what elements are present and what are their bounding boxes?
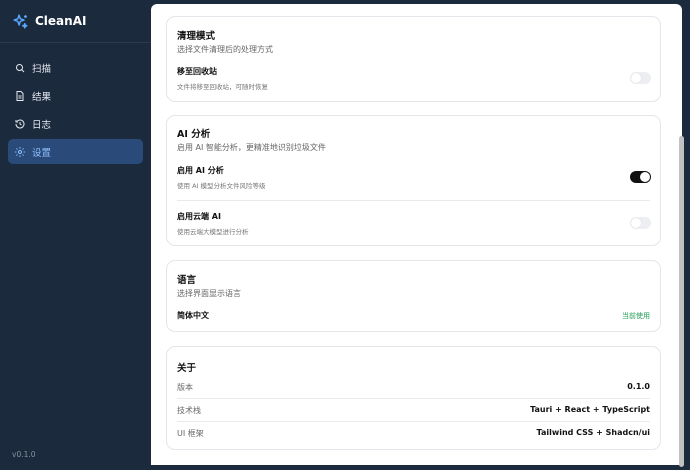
app-version: v0.1.0 bbox=[12, 450, 36, 459]
about-row-label: 技术栈 bbox=[177, 406, 201, 415]
sidebar-item-label: 日志 bbox=[32, 119, 52, 131]
about-row-value: Tauri + React + TypeScript bbox=[530, 405, 650, 414]
ai-analysis-card: AI 分析 启用 AI 智能分析，更精准地识别垃圾文件 启用 AI 分析 使用 … bbox=[166, 115, 661, 246]
card-description: 选择界面显示语言 bbox=[177, 289, 241, 298]
card-description: 启用 AI 智能分析，更精准地识别垃圾文件 bbox=[177, 143, 326, 152]
gear-icon bbox=[14, 146, 26, 158]
enable-ai-description: 使用 AI 模型分析文件风险等级 bbox=[177, 182, 266, 190]
sidebar-item-settings[interactable]: 设置 bbox=[8, 139, 143, 164]
about-row-value: 0.1.0 bbox=[627, 382, 650, 391]
card-title: 清理模式 bbox=[177, 31, 216, 42]
settings-content: 清理模式 选择文件清理后的处理方式 移至回收站 文件将移至回收站，可随时恢复 A… bbox=[151, 4, 682, 465]
sidebar-item-label: 扫描 bbox=[32, 63, 52, 75]
card-title: 关于 bbox=[177, 363, 197, 374]
scrollbar-thumb[interactable] bbox=[679, 136, 684, 467]
cloud-ai-label: 启用云端 AI bbox=[177, 212, 221, 221]
scrollbar[interactable] bbox=[676, 4, 686, 467]
card-title: AI 分析 bbox=[177, 129, 211, 140]
card-title: 语言 bbox=[177, 275, 197, 286]
about-card: 关于 版本 0.1.0 技术栈 Tauri + React + TypeScri… bbox=[166, 346, 661, 450]
search-icon bbox=[14, 62, 26, 74]
sidebar-item-scan[interactable]: 扫描 bbox=[8, 55, 143, 80]
enable-ai-label: 启用 AI 分析 bbox=[177, 166, 224, 175]
sparkles-icon bbox=[13, 13, 28, 29]
divider bbox=[177, 421, 650, 422]
card-description: 选择文件清理后的处理方式 bbox=[177, 45, 273, 54]
sidebar: CleanAI 扫描 结果 日志 设置 v0.1.0 bbox=[0, 0, 151, 470]
about-row-label: UI 框架 bbox=[177, 429, 204, 438]
history-icon bbox=[14, 118, 26, 130]
brand: CleanAI bbox=[0, 0, 151, 43]
language-status-badge: 当前使用 bbox=[622, 312, 650, 320]
sidebar-item-results[interactable]: 结果 bbox=[8, 83, 143, 108]
cloud-ai-description: 使用云端大模型进行分析 bbox=[177, 228, 249, 236]
cloud-ai-toggle[interactable] bbox=[630, 217, 651, 229]
cleanup-mode-card: 清理模式 选择文件清理后的处理方式 移至回收站 文件将移至回收站，可随时恢复 bbox=[166, 16, 661, 102]
enable-ai-toggle[interactable] bbox=[630, 171, 651, 183]
app-name: CleanAI bbox=[35, 14, 87, 28]
divider bbox=[177, 398, 650, 399]
current-language[interactable]: 简体中文 bbox=[177, 310, 209, 321]
language-card: 语言 选择界面显示语言 简体中文 当前使用 bbox=[166, 260, 661, 332]
recycle-bin-label: 移至回收站 bbox=[177, 67, 217, 76]
sidebar-item-label: 结果 bbox=[32, 91, 52, 103]
recycle-bin-description: 文件将移至回收站，可随时恢复 bbox=[177, 83, 268, 91]
about-row-label: 版本 bbox=[177, 383, 193, 392]
about-row-value: Tailwind CSS + Shadcn/ui bbox=[536, 428, 650, 437]
sidebar-item-label: 设置 bbox=[32, 147, 52, 159]
sidebar-nav: 扫描 结果 日志 设置 bbox=[0, 43, 151, 164]
divider bbox=[177, 200, 650, 201]
sidebar-item-logs[interactable]: 日志 bbox=[8, 111, 143, 136]
recycle-bin-toggle[interactable] bbox=[630, 72, 651, 84]
file-icon bbox=[14, 90, 26, 102]
